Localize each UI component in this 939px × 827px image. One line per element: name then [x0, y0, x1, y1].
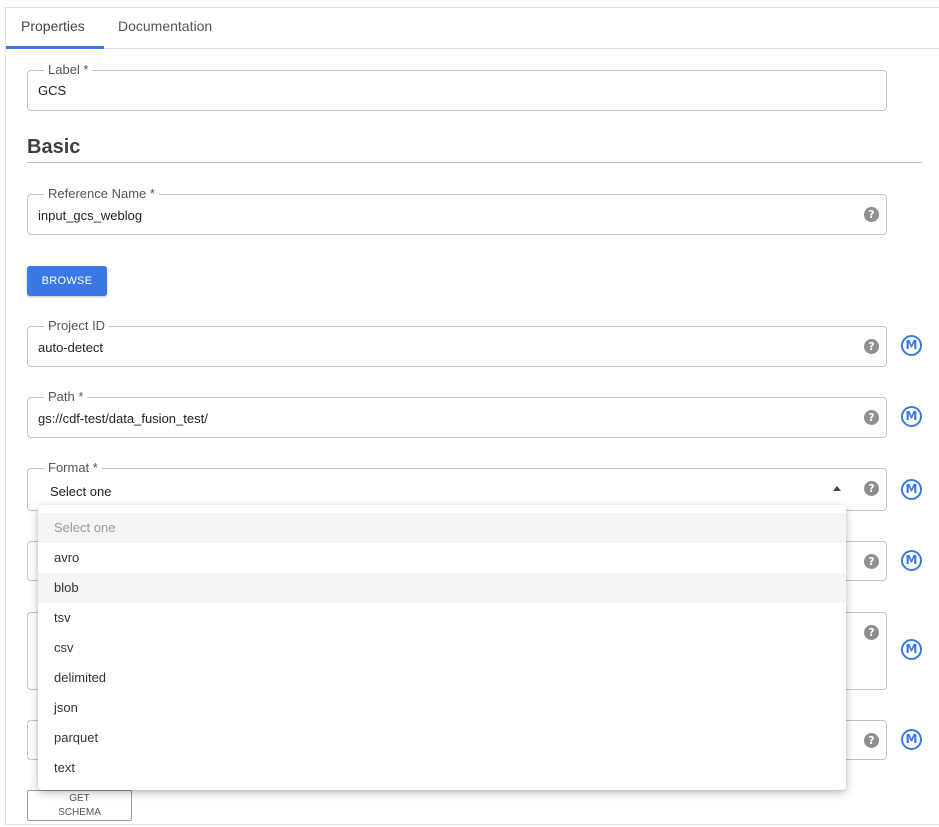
label-field-value: GCS [38, 83, 67, 98]
help-icon[interactable]: ? [864, 733, 879, 748]
label-field-legend: Label * [44, 62, 93, 78]
get-schema-label-line2: SCHEMA [58, 807, 101, 818]
dropdown-option[interactable]: json [38, 693, 846, 723]
reference-name-legend: Reference Name * [44, 186, 159, 202]
macro-toggle-icon[interactable]: M [901, 479, 922, 500]
dropdown-option[interactable]: blob [38, 573, 846, 603]
reference-name-field[interactable]: Reference Name * input_gcs_weblog ? [27, 186, 887, 235]
tab-properties[interactable]: Properties [21, 18, 85, 34]
macro-toggle-icon[interactable]: M [901, 729, 922, 750]
macro-toggle-icon[interactable]: M [901, 639, 922, 660]
path-field[interactable]: Path * gs://cdf-test/data_fusion_test/ ? [27, 389, 887, 438]
plugin-properties-panel: Properties Documentation Label * GCS Bas… [5, 7, 939, 825]
section-title-basic: Basic [27, 136, 81, 158]
help-icon[interactable]: ? [864, 625, 879, 640]
dropdown-option[interactable]: text [38, 753, 846, 783]
project-id-field[interactable]: Project ID auto-detect ? [27, 318, 887, 367]
help-icon[interactable]: ? [864, 481, 879, 496]
get-schema-button[interactable]: GET SCHEMA [27, 790, 132, 821]
macro-toggle-icon[interactable]: M [901, 406, 922, 427]
dropdown-option[interactable]: tsv [38, 603, 846, 633]
section-divider [27, 162, 922, 163]
format-selected-value: Select one [50, 484, 112, 499]
path-value: gs://cdf-test/data_fusion_test/ [38, 411, 208, 426]
reference-name-value: input_gcs_weblog [38, 208, 143, 223]
tab-documentation[interactable]: Documentation [118, 18, 212, 34]
dropdown-option[interactable]: avro [38, 543, 846, 573]
macro-toggle-icon[interactable]: M [901, 335, 922, 356]
dropdown-option[interactable]: parquet [38, 723, 846, 753]
help-icon[interactable]: ? [864, 554, 879, 569]
dropdown-option-placeholder[interactable]: Select one [38, 513, 846, 543]
dropdown-option[interactable]: csv [38, 633, 846, 663]
caret-up-icon[interactable] [833, 486, 841, 491]
help-icon[interactable]: ? [864, 339, 879, 354]
get-schema-label-line1: GET [69, 793, 90, 804]
browse-button[interactable]: BROWSE [27, 266, 107, 296]
label-field[interactable]: Label * GCS [27, 62, 887, 111]
format-dropdown-menu: Select one avro blob tsv csv delimited j… [38, 505, 846, 790]
tab-bar: Properties Documentation [6, 8, 939, 49]
help-icon[interactable]: ? [864, 207, 879, 222]
dropdown-option[interactable]: delimited [38, 663, 846, 693]
active-tab-indicator [6, 46, 104, 49]
format-legend: Format * [44, 460, 102, 476]
project-id-value: auto-detect [38, 340, 104, 355]
path-legend: Path * [44, 389, 88, 405]
help-icon[interactable]: ? [864, 410, 879, 425]
project-id-legend: Project ID [44, 318, 110, 334]
macro-toggle-icon[interactable]: M [901, 550, 922, 571]
